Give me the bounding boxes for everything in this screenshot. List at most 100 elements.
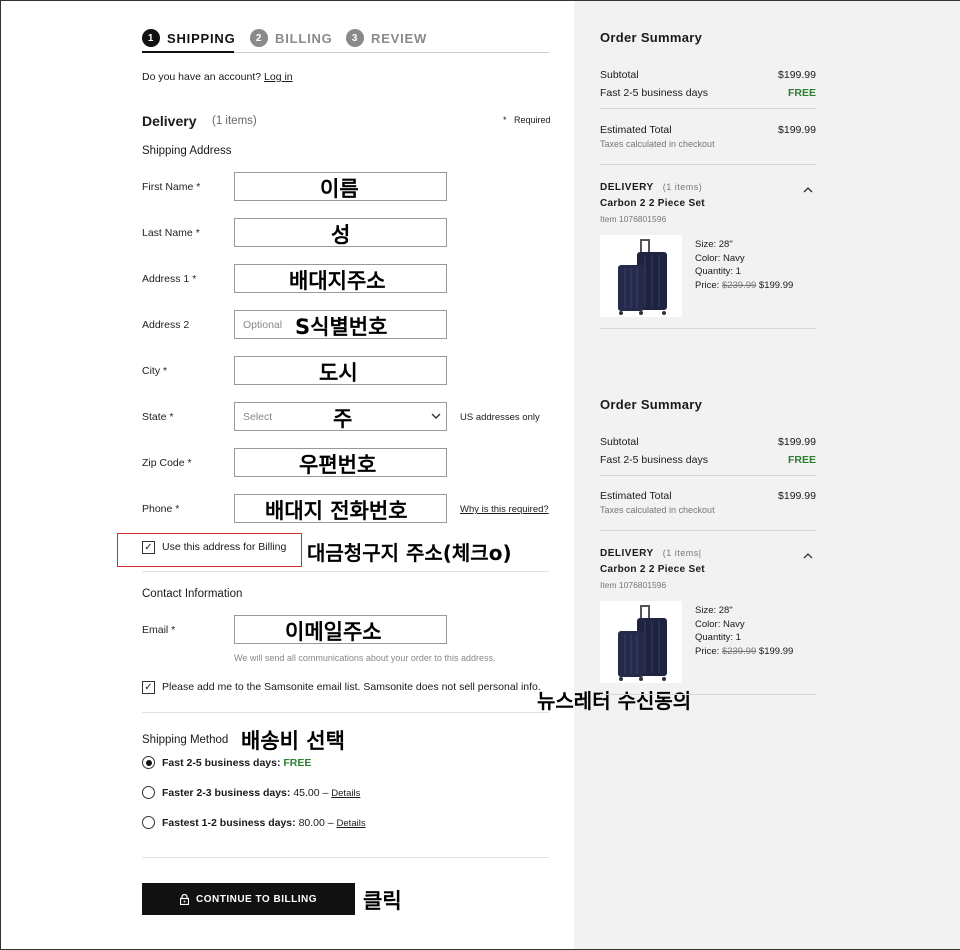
tax-note: Taxes calculated in checkout [600, 505, 715, 515]
newsletter-label: Please add me to the Samsonite email lis… [162, 681, 541, 693]
shipping-method-title: Shipping Method [142, 734, 229, 746]
product-item-number: Item 1076801596 [600, 214, 667, 224]
shipping-row: Fast 2-5 business days FREE [600, 454, 816, 466]
shipping-option-name: Faster 2-3 business days: [162, 787, 291, 799]
newsletter-checkbox[interactable]: ✓ [142, 681, 155, 694]
required-note: * Required [503, 115, 551, 125]
summary-divider [600, 475, 816, 476]
step-billing[interactable]: 2 BILLING [250, 29, 333, 47]
divider [142, 571, 549, 572]
email-annotation: 이메일주소 [285, 620, 382, 644]
price-sale: $199.99 [758, 279, 794, 291]
shipping-option-price: 80.00 – [298, 817, 334, 829]
shipping-option-name: Fast 2-5 business days: [162, 757, 281, 769]
continue-to-billing-button[interactable]: CONTINUE TO BILLING [142, 883, 355, 915]
address2-placeholder: Optional [243, 319, 283, 331]
luggage-image [618, 605, 667, 681]
shipping-label: Fast 2-5 business days [600, 454, 708, 466]
required-text: Required [514, 115, 551, 125]
total-value: $199.99 [778, 124, 816, 136]
subtotal-row: Subtotal $199.99 [600, 69, 816, 81]
email-label: Email * [142, 624, 176, 636]
price-original: $239.99 [721, 279, 757, 291]
shipping-option-faster: Faster 2-3 business days: 45.00 – Detail… [162, 787, 360, 799]
contact-title: Contact Information [142, 588, 243, 600]
divider [142, 857, 549, 858]
shipping-option-price: 45.00 – [293, 787, 329, 799]
step-number: 3 [346, 29, 364, 47]
shipping-option-price: FREE [283, 757, 312, 769]
shipping-details-link[interactable]: Details [337, 818, 366, 829]
continue-annotation: 클릭 [363, 889, 402, 913]
product-color: Color: Navy [695, 252, 745, 264]
step-label: BILLING [275, 30, 333, 46]
subtotal-label: Subtotal [600, 69, 639, 81]
delivery-label: DELIVERY [600, 548, 654, 559]
total-label: Estimated Total [600, 490, 672, 502]
phone-annotation: 배대지 전화번호 [265, 499, 408, 523]
shipping-value: FREE [787, 87, 816, 99]
zip-annotation: 우편번호 [299, 453, 377, 477]
total-value: $199.99 [778, 490, 816, 502]
lock-icon [180, 893, 189, 905]
state-note: US addresses only [460, 412, 540, 423]
order-summary-title: Order Summary [600, 30, 703, 45]
shipping-option-fastest: Fastest 1-2 business days: 80.00 – Detai… [162, 817, 366, 829]
product-price: Price: $239.99 $199.99 [695, 645, 793, 659]
price-original: $239.99 [721, 645, 757, 657]
shipping-option-radio[interactable] [142, 786, 155, 799]
delivery-title: Delivery [142, 113, 197, 129]
product-details: Size: 28" Color: Navy Quantity: 1 Price:… [695, 238, 793, 292]
account-prompt-text: Do you have an account? [142, 71, 262, 83]
product-details: Size: 28" Color: Navy Quantity: 1 Price:… [695, 604, 793, 658]
billing-checkbox-label: Use this address for Billing [162, 541, 287, 553]
state-annotation: 주 [333, 407, 353, 431]
step-shipping[interactable]: 1 SHIPPING [142, 29, 236, 47]
zip-label: Zip Code * [142, 457, 192, 469]
total-row: Estimated Total $199.99 [600, 124, 816, 136]
login-link[interactable]: Log in [264, 71, 293, 83]
city-annotation: 도시 [319, 361, 358, 385]
subtotal-value: $199.99 [778, 69, 816, 81]
state-placeholder: Select [243, 411, 273, 423]
step-review[interactable]: 3 REVIEW [346, 29, 427, 47]
product-color: Color: Navy [695, 618, 745, 630]
product-size: Size: 28" [695, 239, 733, 250]
summary-divider [600, 530, 816, 531]
step-number: 2 [250, 29, 268, 47]
divider [142, 712, 549, 713]
chevron-up-icon[interactable] [803, 552, 813, 559]
required-mark: * [503, 115, 507, 125]
shipping-value: FREE [787, 454, 816, 466]
address1-annotation: 배대지주소 [289, 269, 386, 293]
state-label: State * [142, 411, 174, 423]
delivery-count: (1 items| [662, 548, 702, 558]
tax-note: Taxes calculated in checkout [600, 139, 715, 149]
shipping-row: Fast 2-5 business days FREE [600, 87, 816, 99]
chevron-up-icon[interactable] [803, 186, 813, 193]
first-name-label: First Name * [142, 181, 201, 193]
phone-why-link[interactable]: Why is this required? [460, 504, 549, 515]
summary-divider [600, 164, 816, 165]
total-label: Estimated Total [600, 124, 672, 136]
shipping-option-radio[interactable] [142, 816, 155, 829]
billing-annotation: 대금청구지 주소(체크o) [307, 541, 512, 565]
product-name: Carbon 2 2 Piece Set [600, 564, 705, 575]
shipping-address-title: Shipping Address [142, 145, 232, 157]
steps-active-indicator [142, 51, 234, 53]
shipping-method-annotation: 배송비 선택 [241, 729, 345, 753]
luggage-image [618, 239, 667, 315]
shipping-details-link[interactable]: Details [331, 788, 360, 799]
product-price: Price: $239.99 $199.99 [695, 279, 793, 293]
product-quantity: Quantity: 1 [695, 632, 741, 643]
shipping-option-radio[interactable] [142, 756, 155, 769]
first-name-annotation: 이름 [320, 177, 359, 201]
product-image [600, 601, 682, 683]
billing-checkbox[interactable]: ✓ [142, 541, 155, 554]
step-label: REVIEW [371, 30, 428, 46]
subtotal-row: Subtotal $199.99 [600, 436, 816, 448]
city-label: City * [142, 365, 168, 377]
newsletter-annotation: 뉴스레터 수신동의 [537, 689, 692, 713]
price-label: Price: [695, 279, 720, 291]
price-label: Price: [695, 645, 720, 657]
